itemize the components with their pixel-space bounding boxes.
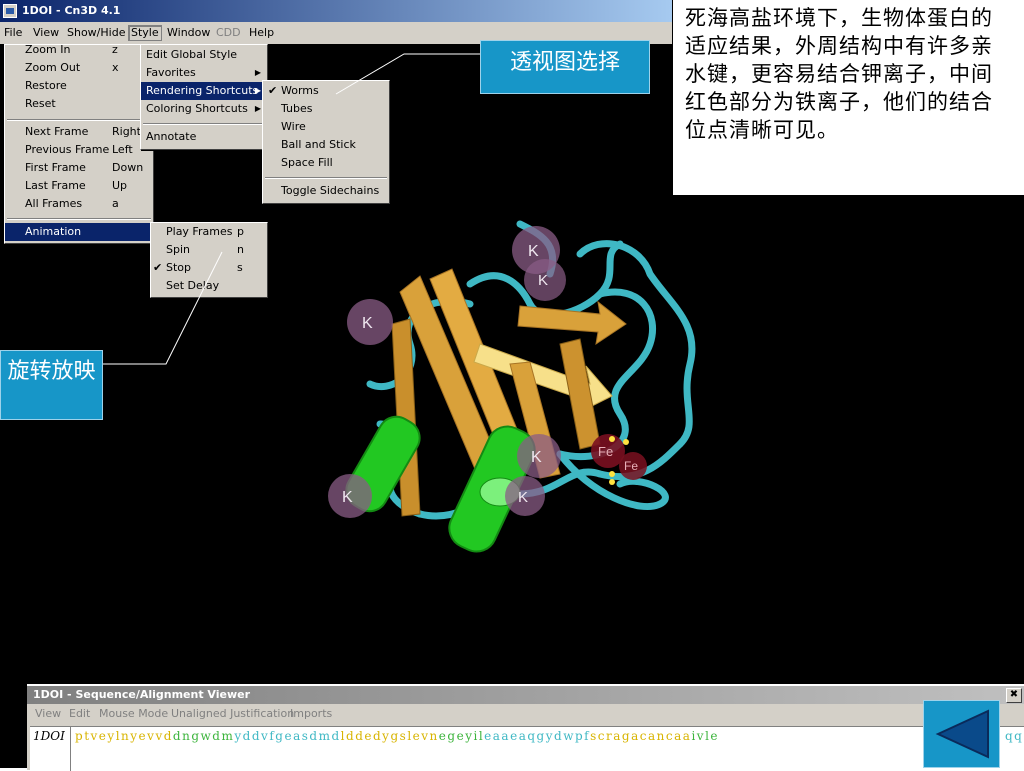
sequence-pane[interactable]: 1DOI ptveylnyevvddngwdmyddvfgeasdmdldded…	[30, 726, 1024, 771]
sequence-viewer-title: 1DOI - Sequence/Alignment Viewer	[33, 688, 251, 701]
description-text: 死海高盐环境下，生物体蛋白的适应结果，外周结构中有许多亲水键，更容易结合钾离子，…	[673, 0, 1024, 195]
sequence-row-name: 1DOI	[33, 729, 65, 743]
close-icon[interactable]: ✖	[1006, 688, 1022, 703]
sequence-tail: qq	[1005, 729, 1024, 743]
sequence-divider	[70, 727, 71, 771]
back-arrow-icon	[935, 709, 989, 759]
sequence-viewer-titlebar: 1DOI - Sequence/Alignment Viewer ✖	[27, 686, 1024, 704]
sequence-viewer-window: 1DOI - Sequence/Alignment Viewer ✖ View …	[27, 684, 1024, 771]
rotate-callout: 旋转放映	[0, 350, 103, 420]
seq-menu-imports[interactable]: Imports	[290, 707, 332, 720]
sequence-residues: ptveylnyevvddngwdmyddvfgeasdmdlddedygsle…	[75, 729, 720, 743]
seq-menu-view[interactable]: View	[35, 707, 61, 720]
seq-menu-mouse-mode[interactable]: Mouse Mode	[99, 707, 168, 720]
perspective-callout: 透视图选择	[480, 40, 650, 94]
seq-menu-unaligned-justification[interactable]: Unaligned Justification	[171, 707, 294, 720]
seq-menu-edit[interactable]: Edit	[69, 707, 90, 720]
sequence-viewer-menubar: View Edit Mouse Mode Unaligned Justifica…	[27, 704, 1024, 724]
back-button[interactable]	[923, 700, 1000, 768]
